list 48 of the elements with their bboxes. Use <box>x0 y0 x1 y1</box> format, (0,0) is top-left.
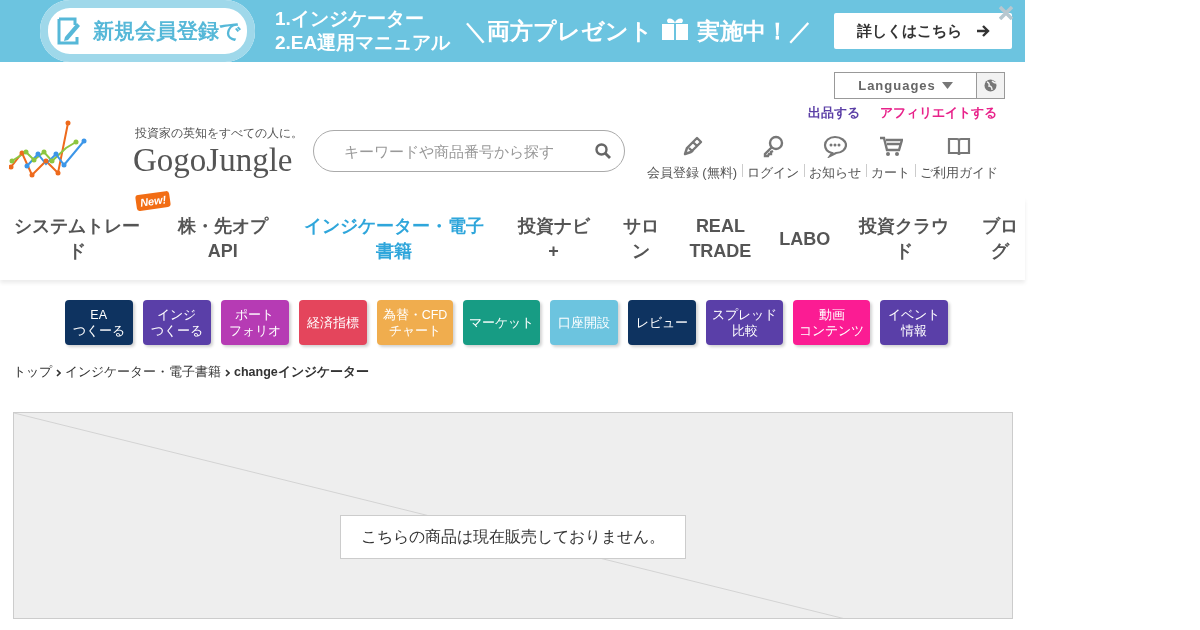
speech-bubble-icon <box>823 134 847 158</box>
header-icon-link[interactable]: お知らせ <box>804 134 866 182</box>
cart-icon <box>878 134 903 158</box>
nav-tab[interactable]: 投資クラウド <box>855 214 954 264</box>
search-field[interactable]: キーワードや商品番号から探す <box>313 130 625 172</box>
arrow-right-icon <box>975 25 990 37</box>
category-button[interactable]: 動画 コンテンツ <box>793 300 871 345</box>
caret-icon <box>941 82 953 89</box>
logo-wordmark[interactable]: GogoJungle <box>133 141 303 178</box>
nav-tab[interactable]: ブログ <box>979 214 1021 264</box>
chevron-right-icon <box>225 368 230 377</box>
gift-icon <box>661 17 690 41</box>
header-link[interactable]: 出品する <box>808 104 860 122</box>
nav-tab[interactable]: サロン <box>619 214 662 264</box>
key-icon <box>761 134 785 158</box>
breadcrumb-link[interactable]: トップ <box>13 364 52 381</box>
nav-tab[interactable]: LABO <box>779 226 830 252</box>
details-button[interactable]: 詳しくはこちら <box>834 13 1013 49</box>
breadcrumb-current: changeインジケーター <box>234 364 369 381</box>
banner-item: 1.インジケーター <box>275 7 425 31</box>
banner-item: 2.EA運用マニュアル <box>275 31 451 55</box>
category-button[interactable]: インジ つくーる <box>142 300 211 345</box>
globe-button[interactable] <box>977 72 1005 99</box>
nav-tab[interactable]: 株・先オプAPI <box>171 214 274 264</box>
header-icon-link[interactable]: カート <box>866 134 915 182</box>
category-button[interactable]: スプレッド 比較 <box>706 300 784 345</box>
banner-lead-text: 新規会員登録で <box>92 18 241 44</box>
header-icon-link[interactable]: ご利用ガイド <box>915 134 1003 182</box>
languages-dropdown[interactable]: Languages <box>834 72 977 99</box>
search-icon[interactable] <box>595 143 611 159</box>
category-button[interactable]: レビュー <box>628 300 697 345</box>
header-icon-link[interactable]: ログイン <box>742 134 804 182</box>
breadcrumb-link[interactable]: インジケーター・電子書籍 <box>65 364 221 381</box>
globe-icon <box>984 79 997 92</box>
chevron-right-icon <box>56 368 61 377</box>
banner-status: 実施中！／ <box>697 16 813 46</box>
header-link[interactable]: アフィリエイトする <box>880 104 997 122</box>
new-badge: New! <box>134 190 171 212</box>
category-button[interactable]: イベント 情報 <box>880 300 949 345</box>
tagline: 投資家の英知をすべての人に。 <box>135 124 303 142</box>
banner-offer: ＼両方プレゼント <box>464 16 654 46</box>
category-button[interactable]: ポート フォリオ <box>220 300 289 345</box>
header-icon-link[interactable]: 会員登録 (無料) <box>641 134 742 182</box>
nav-tab[interactable]: 投資ナビ+ <box>513 214 594 264</box>
unavailable-notice: こちらの商品は現在販売しておりません。 <box>340 515 686 559</box>
category-button[interactable]: EA つくーる <box>64 300 133 345</box>
nav-tab[interactable]: REAL TRADE <box>687 214 754 264</box>
category-button[interactable]: 経済指標 <box>298 300 367 345</box>
